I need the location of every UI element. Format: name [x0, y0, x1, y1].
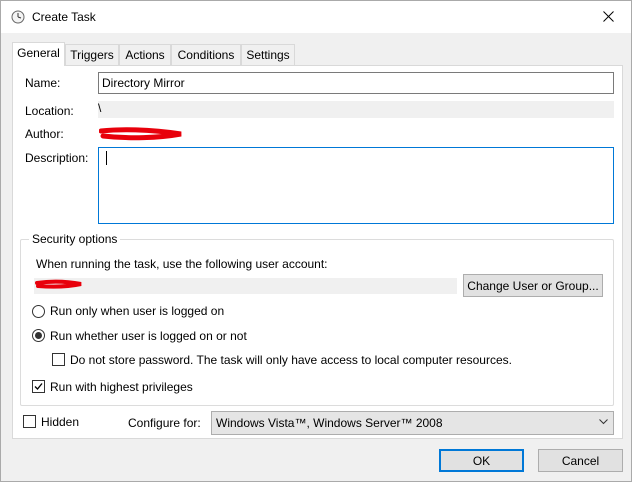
tab-triggers[interactable]: Triggers: [65, 44, 119, 65]
no-store-password-checkbox[interactable]: [52, 353, 65, 366]
title-bar: Create Task: [1, 1, 631, 33]
author-label: Author:: [25, 127, 64, 141]
clock-icon: [11, 10, 25, 24]
radio-selected-dot: [35, 332, 42, 339]
account-prompt: When running the task, use the following…: [36, 257, 328, 271]
tab-conditions[interactable]: Conditions: [171, 44, 241, 65]
tab-actions[interactable]: Actions: [119, 44, 171, 65]
tab-general[interactable]: General: [12, 42, 65, 66]
location-value: \: [98, 101, 102, 115]
location-value-field: \: [98, 101, 614, 118]
hidden-checkbox[interactable]: [23, 415, 36, 428]
description-input[interactable]: [98, 147, 614, 224]
create-task-dialog: Create Task General Triggers Actions Con…: [0, 0, 632, 482]
description-label: Description:: [25, 151, 89, 165]
radio-logged-on-label: Run only when user is logged on: [50, 304, 225, 318]
account-redaction-mark: [35, 279, 82, 289]
user-account-field: [34, 278, 457, 294]
configure-for-value: Windows Vista™, Windows Server™ 2008: [216, 416, 443, 430]
author-redaction-mark: [99, 127, 182, 141]
no-store-password-label: Do not store password. The task will onl…: [70, 353, 512, 367]
name-label: Name:: [25, 76, 61, 90]
configure-for-label: Configure for:: [128, 416, 201, 430]
radio-whether-logged-on-label: Run whether user is logged on or not: [50, 329, 247, 343]
configure-for-dropdown[interactable]: Windows Vista™, Windows Server™ 2008: [211, 411, 614, 435]
close-button[interactable]: [587, 1, 631, 33]
highest-privileges-checkbox[interactable]: [32, 380, 45, 393]
hidden-label: Hidden: [41, 415, 80, 429]
checkmark-icon: [34, 383, 43, 390]
window-title: Create Task: [32, 10, 96, 24]
change-user-button[interactable]: Change User or Group...: [463, 274, 603, 297]
cancel-button[interactable]: Cancel: [538, 449, 623, 472]
tab-settings[interactable]: Settings: [241, 44, 295, 65]
security-options-title: Security options: [29, 232, 121, 246]
text-caret: [106, 151, 107, 165]
name-input[interactable]: Directory Mirror: [98, 72, 614, 94]
radio-whether-logged-on[interactable]: [32, 329, 45, 342]
close-icon: [603, 11, 614, 22]
location-label: Location:: [25, 104, 74, 118]
radio-logged-on[interactable]: [32, 305, 45, 318]
highest-privileges-label: Run with highest privileges: [50, 380, 193, 394]
ok-button[interactable]: OK: [439, 449, 524, 472]
chevron-down-icon: [599, 419, 608, 425]
